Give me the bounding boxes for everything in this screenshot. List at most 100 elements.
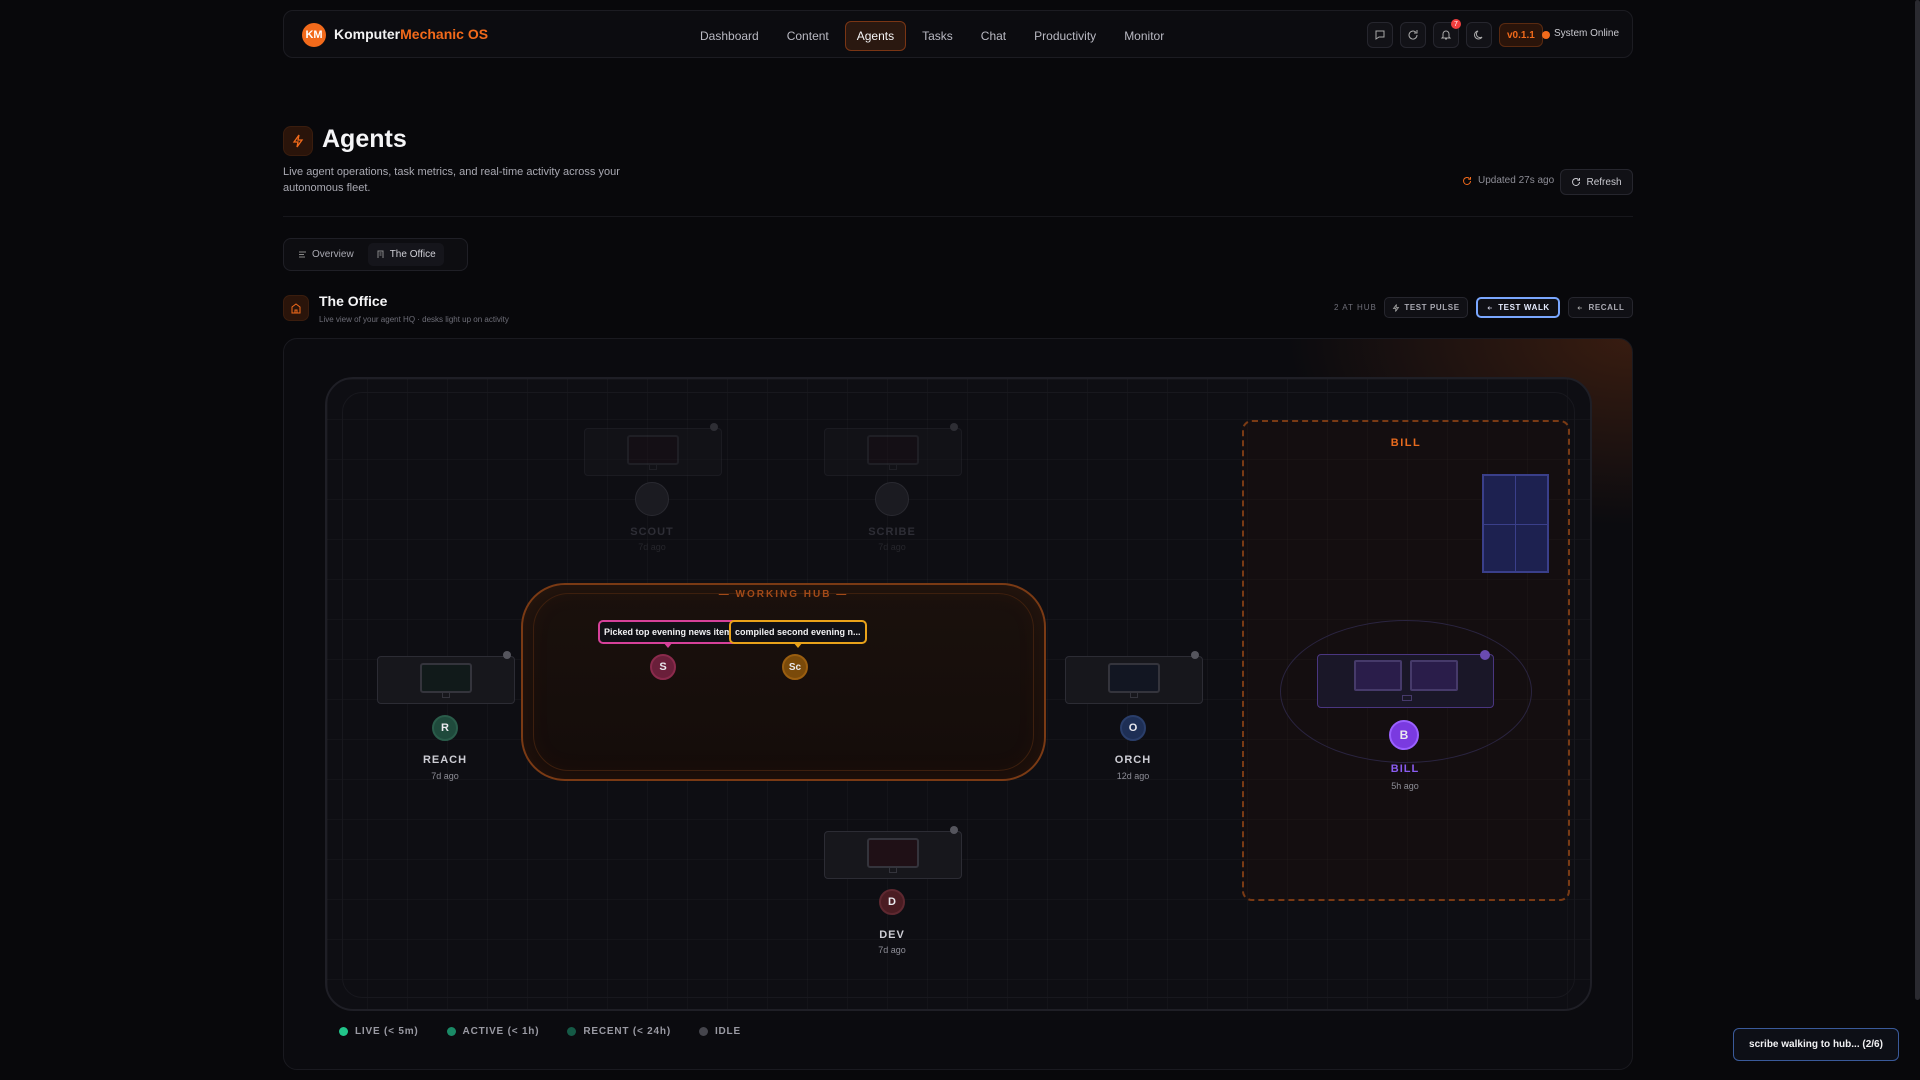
chair-scribe	[875, 482, 909, 516]
top-navbar: KM KomputerMechanic OS Dashboard Content…	[283, 10, 1633, 58]
monitor-stand	[889, 868, 897, 873]
monitor-stand	[1402, 695, 1412, 701]
desk-scribe[interactable]	[824, 423, 962, 476]
test-walk-label: TEST WALK	[1498, 303, 1550, 312]
speech-bubble-text: Picked top evening news item	[604, 627, 733, 637]
office-icon	[291, 303, 301, 314]
agent-avatar-orch[interactable]: O	[1120, 715, 1146, 741]
monitor-stand	[649, 465, 657, 470]
pulse-icon	[1393, 303, 1400, 312]
lightning-icon	[292, 134, 304, 148]
nav-dashboard[interactable]: Dashboard	[688, 21, 771, 51]
tab-the-office[interactable]: The Office	[367, 243, 444, 266]
building-icon	[377, 250, 384, 258]
chat-button[interactable]	[1367, 22, 1393, 48]
desk-orch[interactable]	[1065, 651, 1203, 704]
status-toast: scribe walking to hub... (2/6)	[1733, 1028, 1899, 1061]
version-badge: v0.1.1	[1499, 23, 1543, 47]
nav-tasks[interactable]: Tasks	[910, 21, 965, 51]
agent-avatar-dev[interactable]: D	[879, 889, 905, 915]
recall-label: RECALL	[1588, 303, 1625, 312]
hub-avatar-s[interactable]: S	[650, 654, 676, 680]
nav-agents[interactable]: Agents	[844, 21, 907, 51]
legend-label: RECENT (< 24h)	[583, 1026, 671, 1037]
monitor	[867, 435, 919, 465]
agent-time-reach: 7d ago	[431, 771, 459, 781]
agents-header-icon	[283, 126, 313, 156]
desk-scout[interactable]	[584, 423, 722, 476]
monitor	[1410, 660, 1458, 691]
divider	[283, 216, 1633, 217]
recall-button[interactable]: RECALL	[1568, 297, 1633, 318]
agent-name-orch: ORCH	[1114, 754, 1152, 766]
chair-scout	[635, 482, 669, 516]
speech-bubble-sc: compiled second evening n...	[729, 620, 867, 648]
refresh-button[interactable]: Refresh	[1560, 169, 1633, 195]
bell-icon	[1440, 30, 1452, 40]
monitor	[1108, 663, 1160, 693]
moon-icon	[1474, 30, 1483, 40]
office-title: The Office	[319, 293, 388, 309]
notification-badge: 7	[1451, 19, 1461, 29]
legend-label: IDLE	[714, 1026, 741, 1037]
page-title: Agents	[322, 125, 407, 153]
page-scrollbar[interactable]	[1915, 0, 1920, 1000]
nav-content[interactable]: Content	[775, 21, 841, 51]
sync-button[interactable]	[1400, 22, 1426, 48]
legend-dot	[339, 1027, 348, 1036]
page-description: Live agent operations, task metrics, and…	[283, 166, 620, 194]
theme-toggle[interactable]	[1466, 22, 1492, 48]
office-icon-box	[283, 295, 309, 321]
agent-name-bill: BILL	[1390, 763, 1420, 775]
agent-time-dev: 7d ago	[878, 945, 906, 955]
legend-dot	[698, 1027, 708, 1036]
sync-icon	[1463, 176, 1471, 185]
agent-name-dev: DEV	[879, 929, 905, 941]
window-frame	[1484, 524, 1547, 525]
bill-room-window	[1482, 474, 1549, 573]
agent-time-scout: 7d ago	[638, 542, 666, 552]
status-legend: LIVE (< 5m) ACTIVE (< 1h) RECENT (< 24h)…	[339, 1026, 741, 1037]
nav-monitor[interactable]: Monitor	[1112, 21, 1176, 51]
desk-status-dot	[1191, 651, 1199, 659]
refresh-icon	[1408, 30, 1418, 40]
agent-name-scribe: SCRIBE	[868, 526, 916, 538]
desk-status-dot	[710, 423, 718, 431]
walk-icon	[1487, 305, 1493, 310]
brand-logo[interactable]: KM	[302, 23, 326, 47]
main-nav: Dashboard Content Agents Tasks Chat Prod…	[688, 21, 1176, 51]
legend-active: ACTIVE (< 1h)	[446, 1026, 540, 1037]
agent-avatar-reach[interactable]: R	[432, 715, 458, 741]
desk-status-dot	[1480, 650, 1490, 660]
nav-chat[interactable]: Chat	[969, 21, 1018, 51]
agent-time-orch: 12d ago	[1116, 771, 1150, 781]
brand-name[interactable]: KomputerMechanic OS	[334, 26, 488, 42]
agent-avatar-bill[interactable]: B	[1389, 720, 1419, 750]
working-hub-label: — WORKING HUB —	[718, 589, 849, 600]
notifications-button[interactable]: 7	[1433, 19, 1461, 48]
monitor	[420, 663, 472, 693]
nav-productivity[interactable]: Productivity	[1022, 21, 1108, 51]
office-subtitle: Live view of your agent HQ · desks light…	[319, 315, 509, 324]
tab-overview[interactable]: Overview	[290, 243, 362, 266]
recall-icon	[1577, 305, 1583, 310]
test-walk-button[interactable]: TEST WALK	[1476, 297, 1560, 318]
legend-idle: IDLE	[698, 1026, 741, 1037]
legend-label: LIVE (< 5m)	[355, 1026, 419, 1037]
legend-dot	[567, 1027, 577, 1036]
agent-time-scribe: 7d ago	[878, 542, 906, 552]
bubble-tail	[792, 642, 803, 648]
desk-bill[interactable]	[1317, 650, 1494, 708]
at-hub-count: 2 AT HUB	[1334, 303, 1377, 312]
desk-dev[interactable]	[824, 826, 962, 879]
speech-bubble-text: compiled second evening n...	[735, 627, 861, 637]
legend-label: ACTIVE (< 1h)	[462, 1026, 540, 1037]
refresh-icon	[1572, 177, 1581, 186]
monitor	[627, 435, 679, 465]
test-pulse-button[interactable]: TEST PULSE	[1384, 297, 1468, 318]
system-status: System Online	[1554, 28, 1620, 39]
hub-avatar-sc[interactable]: Sc	[782, 654, 808, 680]
monitor	[867, 838, 919, 868]
desk-reach[interactable]	[377, 651, 515, 704]
monitor	[1354, 660, 1402, 691]
